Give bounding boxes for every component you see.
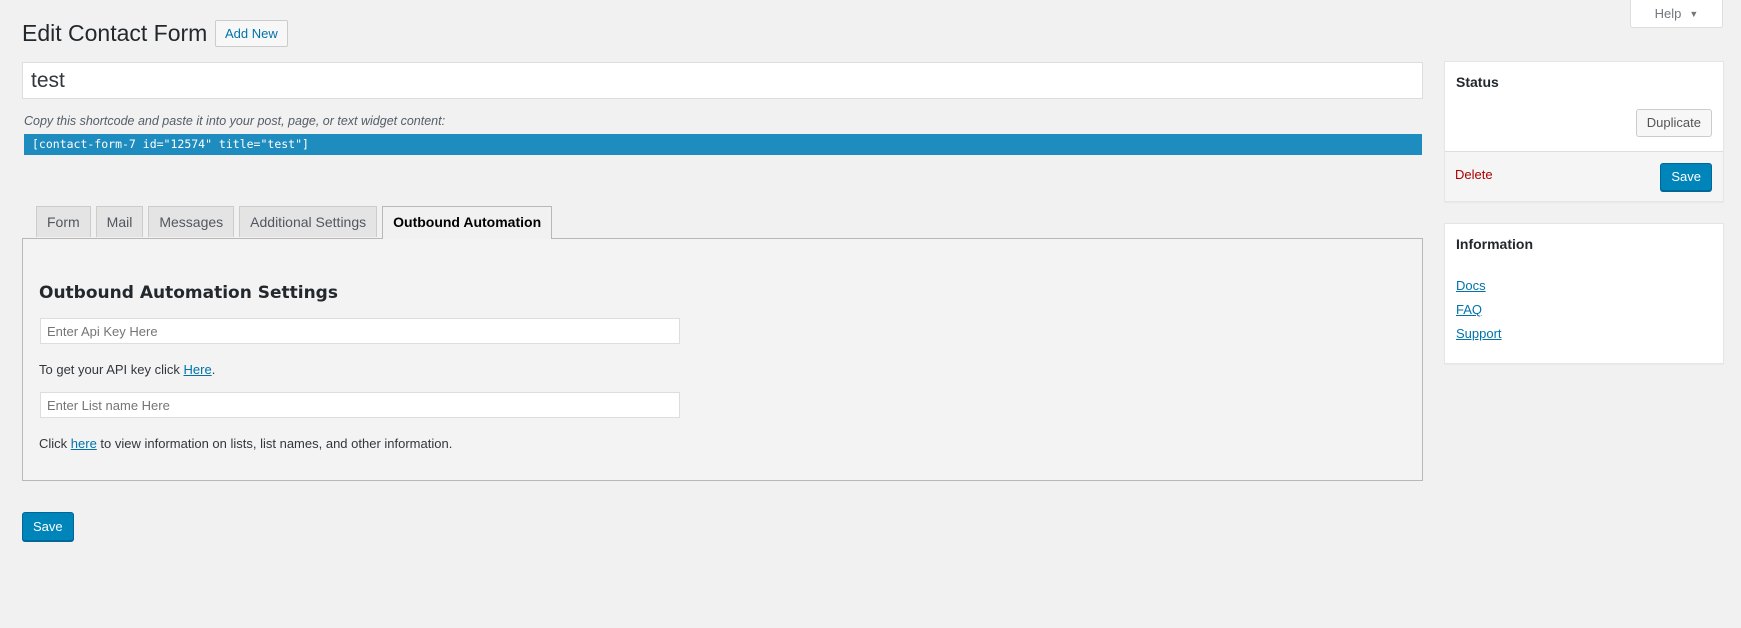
delete-link[interactable]: Delete	[1455, 167, 1493, 182]
information-box-title: Information	[1456, 236, 1533, 252]
status-box-title: Status	[1456, 74, 1499, 90]
list-help-suffix: to view information on lists, list names…	[96, 436, 453, 451]
add-new-button[interactable]: Add New	[215, 20, 288, 47]
help-tab[interactable]: Help ▼	[1630, 0, 1723, 28]
list-help: Click here to view information on lists,…	[39, 436, 452, 451]
api-key-link[interactable]: Here	[184, 362, 212, 377]
save-button[interactable]: Save	[22, 512, 74, 541]
api-key-help: To get your API key click Here.	[39, 362, 215, 377]
list-name-input[interactable]	[40, 392, 680, 418]
tab-additional-settings[interactable]: Additional Settings	[239, 206, 378, 237]
list-info-link[interactable]: here	[71, 436, 97, 451]
page: Help ▼ Edit Contact Form Add New Copy th…	[0, 0, 1741, 628]
tab-mail[interactable]: Mail	[95, 206, 144, 237]
caret-down-icon: ▼	[1689, 8, 1699, 19]
sidebar-save-button[interactable]: Save	[1660, 163, 1712, 191]
shortcode-instructions: Copy this shortcode and paste it into yo…	[24, 114, 446, 128]
tab-messages[interactable]: Messages	[148, 206, 235, 237]
tab-form[interactable]: Form	[36, 206, 91, 237]
shortcode-field[interactable]: [contact-form-7 id="12574" title="test"]	[24, 134, 1422, 155]
api-help-suffix: .	[211, 362, 216, 377]
outbound-automation-panel: Outbound Automation Settings To get your…	[22, 238, 1423, 481]
information-links: Docs FAQ Support	[1456, 274, 1502, 346]
form-title-input[interactable]	[22, 62, 1423, 99]
help-tab-label: Help	[1654, 6, 1682, 21]
api-key-input[interactable]	[40, 318, 680, 344]
list-help-prefix: Click	[39, 436, 71, 451]
page-title: Edit Contact Form	[22, 20, 208, 46]
api-help-prefix: To get your API key click	[39, 362, 184, 377]
faq-link[interactable]: FAQ	[1456, 298, 1502, 322]
support-link[interactable]: Support	[1456, 322, 1502, 346]
tab-outbound-automation[interactable]: Outbound Automation	[382, 206, 553, 239]
panel-heading: Outbound Automation Settings	[39, 283, 338, 303]
status-box: Status Duplicate Delete Save	[1444, 61, 1724, 202]
docs-link[interactable]: Docs	[1456, 274, 1502, 298]
tab-bar: Form Mail Messages Additional Settings O…	[36, 206, 553, 239]
duplicate-button[interactable]: Duplicate	[1635, 109, 1712, 137]
status-box-footer: Delete Save	[1445, 151, 1723, 201]
information-box: Information Docs FAQ Support	[1444, 223, 1724, 364]
